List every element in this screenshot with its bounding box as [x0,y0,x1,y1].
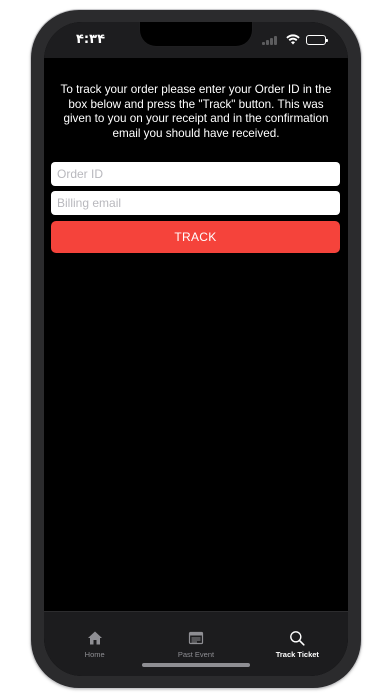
order-id-input[interactable] [51,162,340,186]
track-button[interactable]: TRACK [51,221,340,253]
tab-past-event-label: Past Event [177,650,215,659]
past-event-icon [188,631,204,645]
tab-track-ticket-label: Track Ticket [275,650,319,659]
billing-email-input[interactable] [51,191,340,215]
status-time: ۴:۳۴ [76,32,106,47]
search-icon [290,631,305,646]
home-indicator[interactable] [142,663,250,667]
wifi-icon [286,34,300,45]
device-notch [140,22,252,46]
status-icons [262,34,328,45]
tab-track-ticket[interactable]: Track Ticket [247,612,348,676]
app-screen: ۴:۳۴ To track your order please enter yo… [44,22,348,676]
tab-home-label: Home [84,650,105,659]
track-instructions: To track your order please enter your Or… [60,83,332,140]
battery-icon [306,34,328,45]
phone-frame: ۴:۳۴ To track your order please enter yo… [31,10,361,688]
home-icon [87,631,102,645]
tab-home[interactable]: Home [44,612,145,676]
cellular-signal-icon [262,35,280,45]
